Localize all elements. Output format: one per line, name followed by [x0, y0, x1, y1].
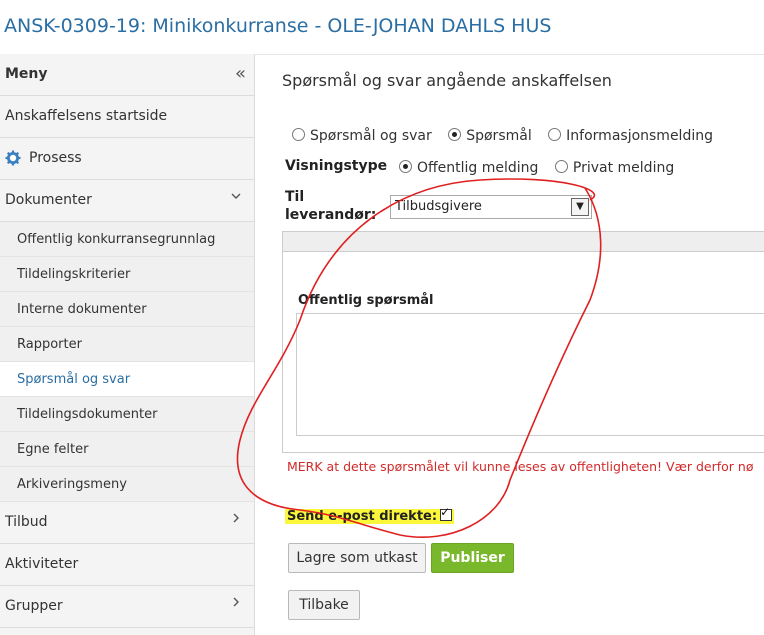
radio-label: Offentlig melding — [417, 160, 539, 176]
sidebar-subitem-label: Spørsmål og svar — [17, 372, 131, 387]
send-email-checkbox[interactable]: ✓ — [440, 505, 453, 521]
display-type-group: Offentlig melding Privat melding — [399, 160, 686, 176]
sidebar-subitem-egne-felter[interactable]: Egne felter — [0, 432, 254, 467]
checkmark-icon: ✓ — [440, 505, 451, 519]
sidebar-item-aktiviteter[interactable]: Aktiviteter — [0, 544, 254, 586]
double-chevron-left-icon[interactable]: « — [235, 63, 246, 84]
sidebar-item-grupper[interactable]: Grupper — [0, 586, 254, 628]
editor-toolbar — [283, 232, 764, 252]
back-button[interactable]: Tilbake — [288, 590, 360, 620]
save-draft-button[interactable]: Lagre som utkast — [288, 543, 426, 573]
sidebar-item-label: Aktiviteter — [5, 556, 79, 572]
sidebar-subitem-interne-dokumenter[interactable]: Interne dokumenter — [0, 292, 254, 327]
editor-heading: Offentlig spørsmål — [298, 293, 434, 308]
radio-label: Spørsmål og svar — [310, 128, 432, 144]
sidebar-subitem-tildelingsdokumenter[interactable]: Tildelingsdokumenter — [0, 397, 254, 432]
chevron-right-icon — [230, 596, 242, 612]
chevron-down-icon: ▼ — [571, 198, 589, 216]
sidebar-subitem-label: Offentlig konkurransegrunnlag — [17, 232, 216, 247]
radio-button[interactable] — [448, 128, 462, 141]
radio-label: Spørsmål — [466, 128, 532, 144]
send-email-option[interactable]: Send e-post direkte: ✓ — [285, 505, 455, 524]
to-supplier-label: Til leverandør: — [285, 188, 376, 224]
sidebar-subitem-label: Tildelingskriterier — [17, 267, 131, 282]
sidebar-item-tilbud[interactable]: Tilbud — [0, 502, 254, 544]
sidebar-subitem-label: Egne felter — [17, 442, 89, 457]
select-value: Tilbudsgivere — [395, 199, 482, 214]
sidebar-subitem-tildelingskriterier[interactable]: Tildelingskriterier — [0, 257, 254, 292]
sidebar-subitem-label: Interne dokumenter — [17, 302, 147, 317]
public-warning-text: MERK at dette spørsmålet vil kunne leses… — [287, 459, 754, 474]
message-type-group: Spørsmål og svar Spørsmål Informasjonsme… — [292, 128, 725, 144]
sidebar-subitem-label: Tildelingsdokumenter — [17, 407, 158, 422]
radio-button[interactable] — [292, 128, 305, 141]
sidebar-item-label: Anskaffelsens startside — [5, 108, 168, 124]
main-content: Spørsmål og svar angående anskaffelsen S… — [255, 54, 764, 635]
sidebar-subitem-label: Rapporter — [17, 337, 82, 352]
sidebar-subitem-offentlig-konkurransegrunnlag[interactable]: Offentlig konkurransegrunnlag — [0, 222, 254, 257]
display-type-label: Visningstype — [285, 158, 388, 174]
sidebar-subitem-label: Arkiveringsmeny — [17, 477, 127, 492]
to-supplier-label-line1: Til — [285, 189, 305, 205]
type-option-sporsmal-og-svar[interactable]: Spørsmål og svar — [292, 128, 432, 144]
sidebar-item-label: Tilbud — [5, 514, 48, 530]
message-textarea[interactable] — [296, 313, 764, 436]
sidebar-subitem-rapporter[interactable]: Rapporter — [0, 327, 254, 362]
to-supplier-label-line2: leverandør: — [285, 207, 377, 223]
sidebar-item-label: Prosess — [29, 150, 82, 166]
page-title: ANSK-0309-19: Minikonkurranse - OLE-JOHA… — [4, 15, 552, 37]
sidebar-item-label: Dokumenter — [5, 192, 92, 208]
sidebar-subitem-sporsmal-og-svar[interactable]: Spørsmål og svar — [0, 362, 254, 397]
sidebar-item-label: Grupper — [5, 598, 63, 614]
sidebar-item-startside[interactable]: Anskaffelsens startside — [0, 96, 254, 138]
section-title: Spørsmål og svar angående anskaffelsen — [282, 71, 612, 90]
radio-label: Privat melding — [572, 160, 675, 176]
message-editor: Offentlig spørsmål — [282, 231, 764, 453]
radio-button[interactable] — [548, 128, 562, 141]
type-option-informasjonsmelding[interactable]: Informasjonsmelding — [548, 128, 713, 144]
send-email-label: Send e-post direkte: — [287, 509, 438, 524]
sidebar-subitem-arkiveringsmeny[interactable]: Arkiveringsmeny — [0, 467, 254, 502]
sidebar: Meny « Anskaffelsens startside Prosess D… — [0, 54, 255, 635]
type-option-sporsmal[interactable]: Spørsmål — [448, 128, 532, 144]
gear-icon — [5, 150, 21, 166]
page-header: ANSK-0309-19: Minikonkurranse - OLE-JOHA… — [0, 0, 764, 55]
chevron-right-icon — [230, 512, 242, 528]
chevron-down-icon — [230, 190, 242, 206]
supplier-select[interactable]: Tilbudsgivere ▼ — [390, 195, 592, 219]
sidebar-item-dokumenter[interactable]: Dokumenter — [0, 180, 254, 222]
display-option-privat[interactable]: Privat melding — [554, 160, 675, 176]
menu-header: Meny « — [0, 54, 254, 96]
radio-label: Informasjonsmelding — [566, 128, 713, 144]
radio-button[interactable] — [399, 160, 412, 173]
sidebar-item-prosess[interactable]: Prosess — [0, 138, 254, 180]
radio-button[interactable] — [554, 160, 568, 173]
menu-label: Meny — [5, 66, 48, 82]
display-option-offentlig[interactable]: Offentlig melding — [399, 160, 538, 176]
publish-button[interactable]: Publiser — [431, 543, 514, 573]
